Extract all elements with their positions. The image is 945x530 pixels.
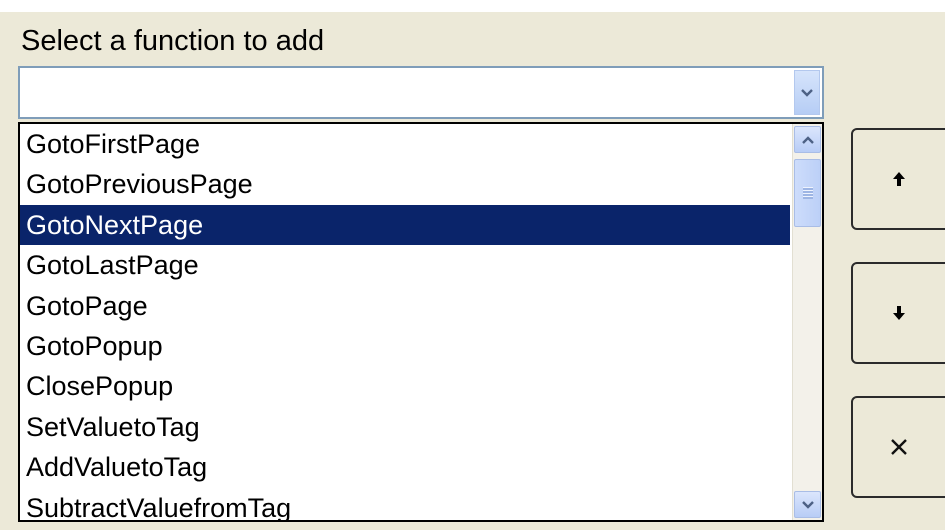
function-list-box[interactable]: GotoFirstPage GotoPreviousPage GotoNextPag… — [18, 122, 824, 522]
list-item[interactable]: GotoFirstPage — [20, 124, 790, 164]
chevron-down-icon — [801, 88, 813, 97]
list-item[interactable]: ClosePopup — [20, 366, 790, 406]
list-scrollbar[interactable] — [792, 124, 822, 520]
list-item[interactable]: GotoPopup — [20, 326, 790, 366]
arrow-up-icon — [893, 172, 905, 186]
remove-button[interactable] — [851, 396, 945, 498]
function-combo-box[interactable] — [18, 66, 824, 119]
scrollbar-thumb[interactable] — [794, 159, 821, 227]
move-up-button[interactable] — [851, 128, 945, 230]
dialog-title: Select a function to add — [21, 25, 325, 57]
function-picker-dialog: Select a function to add GotoFirstPage Go… — [0, 0, 945, 530]
top-strip — [0, 0, 945, 12]
close-icon — [891, 439, 907, 455]
scroll-down-button[interactable] — [794, 491, 821, 518]
arrow-down-icon — [893, 306, 905, 320]
list-item[interactable]: SubtractValuefromTag — [20, 488, 790, 520]
list-item[interactable]: AddValuetoTag — [20, 447, 790, 487]
list-item[interactable]: GotoPreviousPage — [20, 164, 790, 204]
list-item[interactable]: GotoLastPage — [20, 245, 790, 285]
chevron-down-icon — [801, 500, 814, 509]
move-down-button[interactable] — [851, 262, 945, 364]
chevron-up-icon — [801, 135, 814, 144]
grip-icon — [802, 187, 813, 199]
combo-dropdown-button[interactable] — [794, 70, 820, 115]
list-item[interactable]: GotoPage — [20, 286, 790, 326]
function-list: GotoFirstPage GotoPreviousPage GotoNextPag… — [20, 124, 790, 520]
list-item[interactable]: SetValuetoTag — [20, 407, 790, 447]
scroll-up-button[interactable] — [794, 126, 821, 153]
list-item[interactable]: GotoNextPage — [20, 204, 790, 246]
